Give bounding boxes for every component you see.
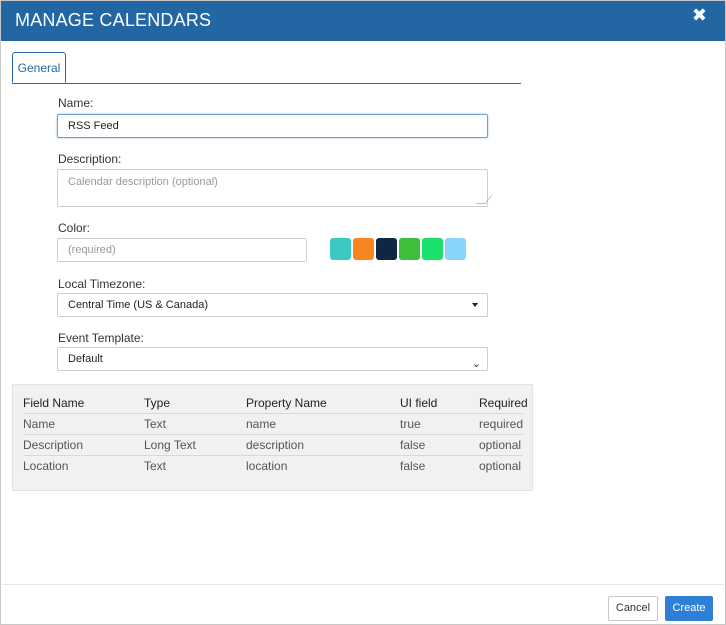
dialog-header: MANAGE CALENDARS ✖ [1, 1, 725, 41]
cell: location [246, 459, 288, 473]
color-label: Color: [58, 221, 91, 235]
caret-down-icon [472, 303, 478, 307]
color-swatch[interactable] [445, 238, 466, 260]
cell: name [246, 417, 277, 431]
header-ui-field: UI field [400, 396, 438, 410]
timezone-label: Local Timezone: [58, 277, 146, 291]
template-label: Event Template: [58, 331, 144, 345]
description-placeholder: Calendar description (optional) [68, 176, 218, 188]
cell: true [400, 417, 421, 431]
create-button[interactable]: Create [665, 596, 713, 621]
color-swatch[interactable] [376, 238, 397, 260]
table-row: Location Text location false optional [23, 456, 523, 476]
cell: Text [144, 459, 167, 473]
color-swatches [330, 238, 468, 260]
color-swatch[interactable] [422, 238, 443, 260]
timezone-value: Central Time (US & Canada) [68, 299, 208, 311]
cell: false [400, 459, 426, 473]
cell: required [479, 417, 524, 431]
cell: optional [479, 459, 522, 473]
name-value: RSS Feed [68, 120, 119, 132]
color-swatch[interactable] [399, 238, 420, 260]
header-field-name: Field Name [23, 396, 85, 410]
color-swatch[interactable] [330, 238, 351, 260]
header-type: Type [144, 396, 171, 410]
color-placeholder: (required) [68, 244, 116, 256]
header-property-name: Property Name [246, 396, 327, 410]
cell: Location [23, 459, 69, 473]
header-required: Required [479, 396, 528, 410]
table-row: Name Text name true required [23, 414, 523, 435]
template-select[interactable]: Default ⌄ [57, 347, 488, 371]
color-swatch[interactable] [353, 238, 374, 260]
cell: description [246, 438, 305, 452]
name-label: Name: [58, 96, 94, 110]
cell: false [400, 438, 426, 452]
name-input[interactable]: RSS Feed [57, 114, 488, 138]
cell: Name [23, 417, 56, 431]
timezone-select[interactable]: Central Time (US & Canada) [57, 293, 488, 317]
resize-handle-icon[interactable] [476, 195, 493, 204]
fields-table-panel: Field Name Type Property Name UI field R… [12, 384, 533, 491]
cell: Text [144, 417, 167, 431]
color-input[interactable]: (required) [57, 238, 307, 262]
table-row: Description Long Text description false … [23, 435, 523, 456]
cell: optional [479, 438, 522, 452]
fields-table: Field Name Type Property Name UI field R… [23, 393, 528, 476]
tab-general[interactable]: General [12, 52, 66, 83]
description-textarea[interactable]: Calendar description (optional) [57, 169, 493, 207]
cancel-button[interactable]: Cancel [608, 596, 658, 621]
description-label: Description: [58, 152, 122, 166]
table-header-row: Field Name Type Property Name UI field R… [23, 393, 528, 414]
footer-divider [2, 584, 724, 585]
template-value: Default [68, 353, 103, 365]
tab-divider [12, 83, 521, 84]
manage-calendars-dialog: MANAGE CALENDARS ✖ General Name: RSS Fee… [0, 0, 726, 625]
cell: Long Text [144, 438, 196, 452]
cell: Description [23, 438, 84, 452]
close-icon[interactable]: ✖ [692, 5, 707, 26]
dialog-title: MANAGE CALENDARS [15, 10, 212, 30]
chevron-down-icon: ⌄ [471, 358, 481, 370]
